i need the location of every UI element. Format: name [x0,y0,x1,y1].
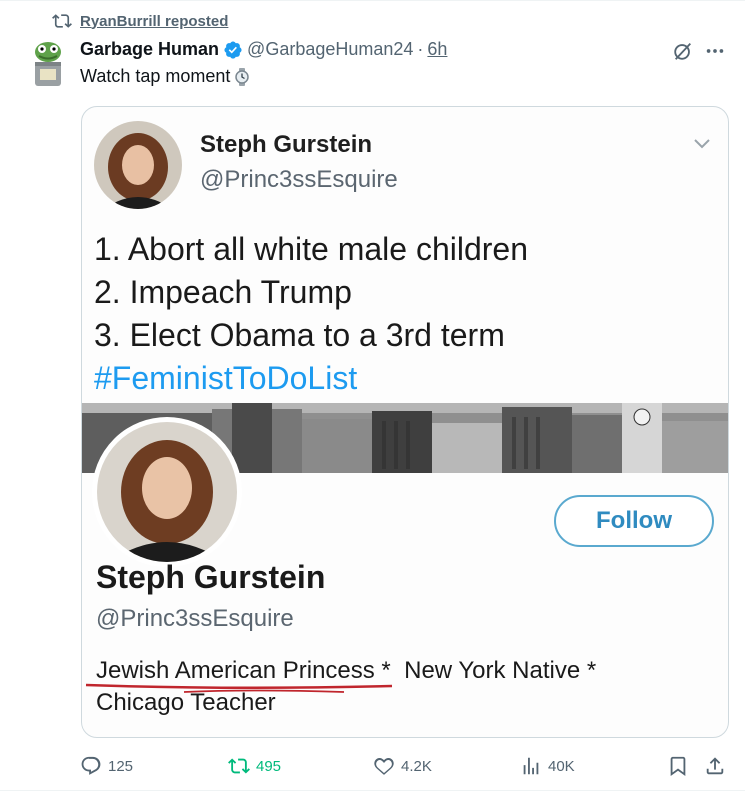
embedded-screenshot-image[interactable]: Steph Gurstein @Princ3ssEsquire 1. Abort… [81,106,729,738]
post-text-content: Watch tap moment [80,66,231,86]
post-header: Garbage Human @GarbageHuman24 · 6h [80,39,447,60]
embedded-tweet-line: 2. Impeach Trump [94,274,352,310]
follow-button: Follow [554,495,714,547]
post-text: Watch tap moment [80,66,252,87]
repost-icon [52,14,72,28]
more-options-icon[interactable] [703,40,727,62]
repost-header-text: RyanBurrill reposted [80,12,229,30]
views-count: 40K [548,757,575,775]
profile-handle: @Princ3ssEsquire [96,605,294,632]
share-button[interactable] [704,755,726,777]
embedded-tweet-avatar [94,121,182,209]
share-icon [706,757,724,775]
author-handle[interactable]: @GarbageHuman24 [247,39,413,60]
author-avatar[interactable] [28,38,68,88]
like-count: 4.2K [401,757,432,775]
embedded-tweet-name: Steph Gurstein [200,131,373,158]
bio-part: New York Native [404,657,581,684]
bottom-divider [0,790,745,791]
repost-button[interactable]: 495 [228,755,281,777]
profile-bio-line: Chicago Teacher [96,689,276,716]
watch-emoji-icon [235,67,250,86]
like-button[interactable]: 4.2K [373,755,432,777]
reply-icon [81,756,101,775]
top-divider [0,0,745,1]
embedded-tweet-handle: @Princ3ssEsquire [200,166,398,193]
bio-separator: * [580,657,603,684]
profile-name: Steph Gurstein [96,559,326,595]
views-chart-icon [523,757,539,775]
repost-header[interactable]: RyanBurrill reposted [52,10,228,32]
bookmark-button[interactable] [667,755,689,777]
header-separator: · [417,39,424,59]
reply-count: 125 [108,757,134,775]
reply-button[interactable]: 125 [80,755,133,777]
bio-separator: * [374,657,398,684]
embedded-tweet-hashtag: #FeministToDoList [94,360,358,396]
embedded-tweet-line: 3. Elect Obama to a 3rd term [94,317,505,353]
profile-avatar [92,417,242,567]
chevron-down-icon [694,139,710,149]
views-button[interactable]: 40K [520,755,575,777]
grok-icon[interactable] [672,40,694,62]
heart-icon [374,757,394,775]
embedded-tweet-line: 1. Abort all white male children [94,231,528,267]
bookmark-icon [670,756,686,777]
author-name[interactable]: Garbage Human [80,39,219,60]
verified-badge-icon [224,40,242,59]
bio-part: Jewish American Princess [96,657,375,684]
post-actions-bar: 125 495 4.2K 40K [80,755,730,781]
repost-icon [228,758,250,774]
post-timestamp[interactable]: 6h [427,39,447,60]
repost-count: 495 [256,757,282,775]
